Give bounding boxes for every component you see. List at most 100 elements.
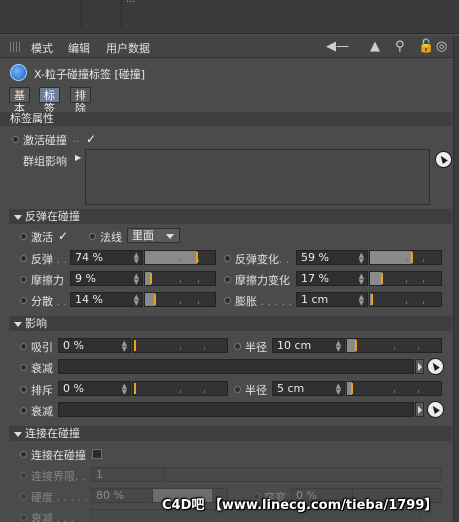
connect-limit-field[interactable]: 1 (91, 467, 164, 482)
repel-radio[interactable] (20, 386, 27, 393)
slider-marker (153, 294, 156, 305)
falloff2-expand-icon[interactable] (415, 402, 424, 417)
slider-tick (203, 347, 205, 350)
spinner-icon[interactable]: ▲ ▼ (134, 273, 139, 286)
bounce-variation-radio[interactable] (224, 255, 231, 262)
bounce-variation-slider[interactable] (369, 250, 442, 265)
arrow-back-icon[interactable]: ◀— (326, 39, 349, 54)
friction-value: 9 % (75, 272, 96, 285)
slider-tick (423, 280, 425, 283)
up-arrow-icon[interactable]: ▲ (370, 39, 380, 54)
menu-mode[interactable]: 模式 (31, 40, 53, 56)
bounce-value-field[interactable]: 74 % ▲ ▼ (70, 250, 143, 265)
collapse-icon[interactable] (14, 214, 22, 220)
connect-limit-radio[interactable] (20, 472, 27, 479)
expand-value-field[interactable]: 1 cm ▲ ▼ (296, 292, 368, 307)
normal-dropdown[interactable]: 里面 (127, 228, 180, 243)
collapse-icon[interactable] (14, 431, 22, 437)
bounce-label: 反弹 . . (31, 251, 67, 267)
radius2-radio[interactable] (234, 386, 241, 393)
search-icon[interactable]: ⚲ (395, 39, 405, 54)
friction-variation-value-field[interactable]: 17 % ▲ ▼ (296, 271, 368, 286)
spinner-icon[interactable]: ▲ ▼ (359, 294, 364, 307)
radius2-value: 5 cm (277, 382, 305, 395)
tab-basic[interactable]: 基本 (9, 87, 30, 115)
slider-marker (381, 273, 384, 284)
hardness-label-dots: . . . . . (56, 491, 88, 504)
group-influence-expand-icon[interactable]: ▶ (75, 153, 81, 162)
slider-marker (150, 273, 153, 284)
collapse-icon[interactable] (14, 321, 22, 327)
spinner-icon[interactable]: ▲ ▼ (134, 294, 139, 307)
connect-enable-radio[interactable] (20, 451, 27, 458)
chevron-down-icon (166, 234, 174, 239)
friction-variation-slider[interactable] (369, 271, 442, 286)
menu-user-data[interactable]: 用户数据 (106, 40, 150, 56)
slider-tick (417, 390, 419, 393)
friction-slider[interactable] (144, 271, 216, 286)
normal-radio[interactable] (89, 233, 96, 240)
repel-value-field[interactable]: 0 % ▲ ▼ (58, 381, 131, 396)
spinner-icon[interactable]: ▲ ▼ (122, 383, 127, 396)
scrollbar[interactable] (453, 36, 459, 522)
bounce-slider[interactable] (144, 250, 216, 265)
expand-slider[interactable] (369, 292, 442, 307)
radius2-slider[interactable] (346, 381, 442, 396)
falloff2-radio[interactable] (20, 407, 27, 414)
group-influence-pick-icon[interactable] (435, 151, 452, 168)
connect-falloff-radio[interactable] (20, 514, 27, 521)
friction-value-field[interactable]: 9 % ▲ ▼ (70, 271, 143, 286)
spinner-icon[interactable]: ▲ ▼ (359, 252, 364, 265)
scatter-slider[interactable] (144, 292, 216, 307)
radius1-slider[interactable] (346, 338, 442, 353)
lock-icon[interactable]: 🔓 (418, 39, 434, 54)
spinner-icon[interactable]: ▲ ▼ (134, 252, 139, 265)
expand-radio[interactable] (224, 297, 231, 304)
falloff1-radio[interactable] (20, 364, 27, 371)
falloff1-pick-icon[interactable] (427, 358, 444, 375)
tab-exclude[interactable]: 排除 (70, 87, 91, 115)
hardness-radio[interactable] (20, 493, 27, 500)
enable-collision-radio[interactable] (12, 136, 19, 143)
scatter-value-field[interactable]: 14 % ▲ ▼ (70, 292, 143, 307)
slider-tick (197, 280, 199, 283)
scatter-label: 分散 . . (31, 293, 67, 309)
bounce-variation-value-field[interactable]: 59 % ▲ ▼ (296, 250, 368, 265)
connect-falloff-label-dots: . . . (56, 512, 74, 522)
falloff1-expand-icon[interactable] (415, 359, 424, 374)
friction-variation-radio[interactable] (224, 276, 231, 283)
friction-radio[interactable] (20, 276, 27, 283)
scatter-radio[interactable] (20, 297, 27, 304)
section-connect[interactable]: 连接在碰撞 (9, 426, 452, 441)
hardness-value-field[interactable]: 80 % (91, 488, 151, 503)
spinner-icon[interactable]: ▲ ▼ (336, 383, 341, 396)
section-bounce[interactable]: 反弹在碰撞 (9, 209, 452, 224)
menu-edit[interactable]: 编辑 (68, 40, 90, 56)
attract-value-field[interactable]: 0 % ▲ ▼ (58, 338, 131, 353)
falloff2-pick-icon[interactable] (427, 401, 444, 418)
spinner-icon[interactable]: ▲ ▼ (336, 340, 341, 353)
spinner-icon[interactable]: ▲ ▼ (359, 273, 364, 286)
falloff1-link-field[interactable] (58, 359, 414, 374)
radius2-value-field[interactable]: 5 cm ▲ ▼ (272, 381, 345, 396)
target-icon[interactable]: ◎ (436, 39, 447, 54)
section-influence[interactable]: 影响 (9, 316, 452, 331)
falloff2-link-field[interactable] (58, 402, 414, 417)
radius1-radio[interactable] (234, 343, 241, 350)
enable-collision-check[interactable]: ✓ (86, 133, 96, 145)
group-influence-list[interactable] (85, 149, 430, 205)
bounce-enable-check[interactable]: ✓ (58, 230, 68, 242)
bounce-enable-radio[interactable] (20, 233, 27, 240)
connect-falloff-label: 衰减 . . . (31, 510, 74, 522)
connect-enable-checkbox[interactable] (92, 449, 102, 459)
radius1-value-field[interactable]: 10 cm ▲ ▼ (272, 338, 345, 353)
tab-tag[interactable]: 标签 (39, 87, 60, 115)
grip-icon[interactable] (10, 42, 22, 52)
bounce-radio[interactable] (20, 255, 27, 262)
xparticles-logo-icon (10, 64, 27, 81)
attract-slider[interactable] (132, 338, 228, 353)
attract-value: 0 % (63, 339, 84, 352)
repel-slider[interactable] (132, 381, 228, 396)
spinner-icon[interactable]: ▲ ▼ (122, 340, 127, 353)
attract-radio[interactable] (20, 343, 27, 350)
